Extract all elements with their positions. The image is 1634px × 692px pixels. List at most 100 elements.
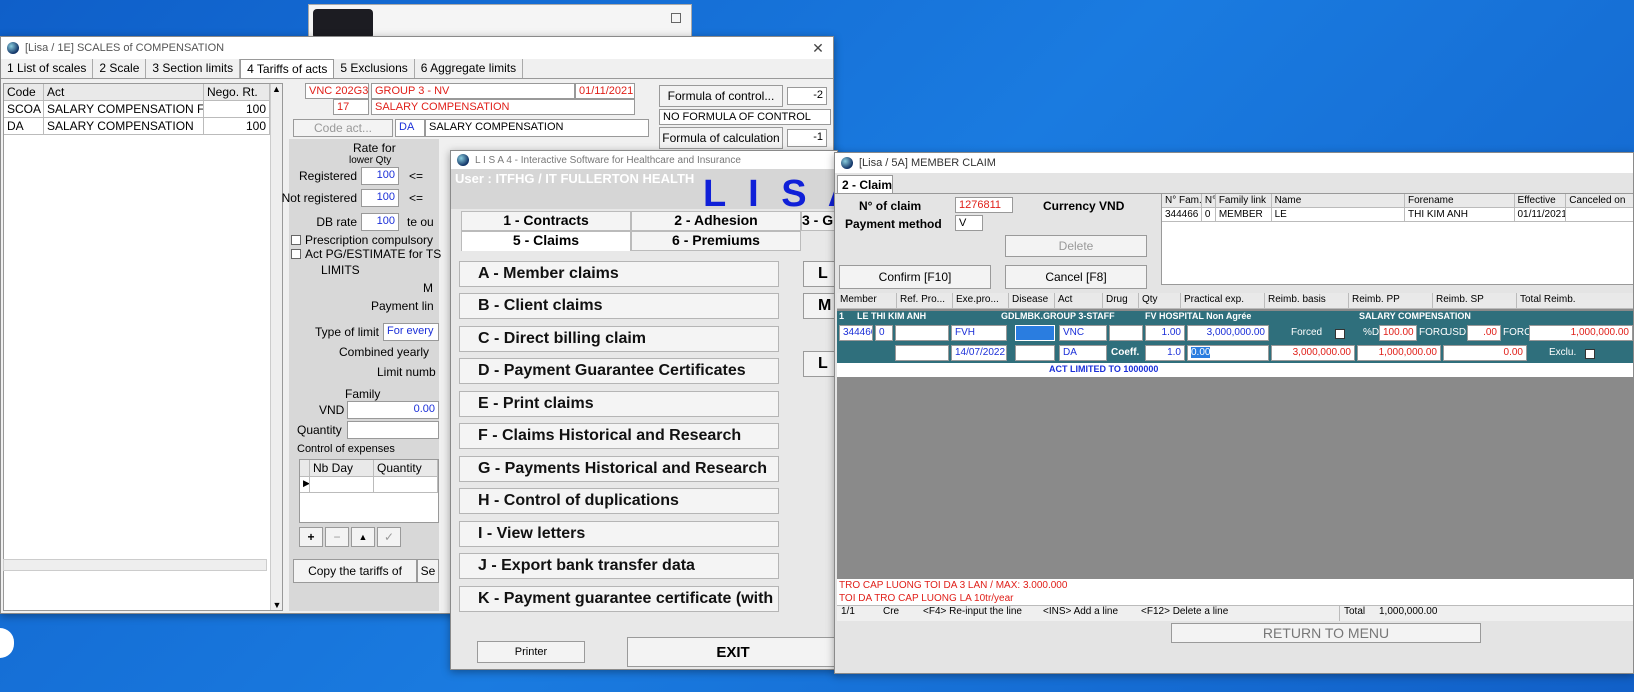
contract-code-field[interactable]: VNC 202G3 — [305, 83, 369, 99]
basis-cell[interactable]: 3,000,000.00 — [1271, 345, 1355, 361]
qty-header[interactable]: Qty — [1139, 293, 1181, 309]
scroll-up-icon[interactable]: ▲ — [271, 84, 282, 94]
claim-line-block[interactable]: 344466 0 FVH VNC 1.00 3,000,000.00 Force… — [837, 323, 1633, 363]
add-icon[interactable]: + — [299, 527, 323, 547]
check-icon[interactable]: ✓ — [377, 527, 401, 547]
se-button[interactable]: Se — [417, 559, 439, 583]
act-code-field[interactable]: DA — [395, 119, 425, 137]
tab-list-of-scales[interactable]: 1 List of scales — [1, 59, 94, 78]
qty2-cell[interactable]: 0.00 — [1187, 345, 1269, 361]
exe-pro-header[interactable]: Exe.pro... — [953, 293, 1009, 309]
drug-cell[interactable] — [1109, 325, 1143, 341]
menu-item-l[interactable]: L — [803, 261, 837, 287]
not-registered-field[interactable]: 100 — [361, 189, 399, 207]
claim-no-field[interactable]: 1276811 — [955, 197, 1013, 213]
menu-item-client-claims[interactable]: B - Client claims — [459, 293, 779, 319]
menu-item-pgc-with[interactable]: K - Payment guarantee certificate (with … — [459, 586, 779, 612]
formula-of-control-button[interactable]: Formula of control... — [659, 85, 783, 107]
fam-header[interactable]: N° Fam. — [1162, 194, 1202, 208]
tab-scale[interactable]: 2 Scale — [93, 59, 147, 78]
claim-teal-row[interactable]: 1 LE THI KIM ANH GDLMBK.GROUP 3-STAFF FV… — [837, 311, 1633, 323]
menu-item-print-claims[interactable]: E - Print claims — [459, 391, 779, 417]
tab-adhesion[interactable]: 2 - Adhesion — [631, 211, 801, 231]
pp-cell[interactable]: 1,000,000.00 — [1357, 345, 1441, 361]
cancel-button[interactable]: Cancel [F8] — [1005, 265, 1147, 289]
name-header[interactable]: Name — [1271, 194, 1405, 208]
nb-day-header[interactable]: Nb Day — [310, 460, 374, 477]
coeff-cell[interactable]: 1.0 — [1145, 345, 1185, 361]
scrollbar-vertical[interactable]: ▲ ▼ — [270, 84, 282, 610]
tab-aggregate-limits[interactable]: 6 Aggregate limits — [414, 59, 524, 78]
effective-header[interactable]: Effective — [1514, 194, 1567, 208]
table-row[interactable]: 344466 0 MEMBER LE THI KIM ANH 01/11/202… — [1162, 208, 1633, 222]
tab-claim[interactable]: 2 - Claim — [837, 175, 893, 193]
act-header[interactable]: Act — [1055, 293, 1103, 309]
close-icon[interactable]: ✕ — [803, 40, 833, 57]
menu-item-direct-billing[interactable]: C - Direct billing claim — [459, 326, 779, 352]
act-pg-checkbox[interactable] — [291, 249, 301, 259]
line-name-field[interactable]: SALARY COMPENSATION — [371, 99, 635, 115]
tab-exclusions[interactable]: 5 Exclusions — [334, 59, 415, 78]
act-name-field[interactable]: SALARY COMPENSATION — [425, 119, 649, 137]
reimb-basis-header[interactable]: Reimb. basis — [1265, 293, 1349, 309]
desktop-app-icon[interactable] — [0, 628, 14, 658]
table-row[interactable]: SCOA SALARY COMPENSATION FO 100 — [4, 101, 282, 118]
reimb-sp-header[interactable]: Reimb. SP — [1433, 293, 1517, 309]
date-field[interactable]: 01/11/2021 — [575, 83, 635, 99]
tab-premiums[interactable]: 6 - Premiums — [631, 231, 801, 251]
practical-cell[interactable]: 3,000,000.00 — [1187, 325, 1269, 341]
code-act-button[interactable]: Code act... — [293, 119, 393, 137]
confirm-button[interactable]: Confirm [F10] — [839, 265, 991, 289]
ref-cell[interactable]: 0 — [875, 325, 893, 341]
printer-button[interactable]: Printer — [477, 641, 585, 663]
disease-cell[interactable] — [1015, 325, 1055, 341]
delete-button[interactable]: Delete — [1005, 235, 1147, 257]
payment-method-field[interactable]: V — [955, 215, 983, 231]
scrollbar-horizontal[interactable] — [3, 559, 267, 571]
disease-cell-2[interactable] — [1015, 345, 1055, 361]
col-code-header[interactable]: Code — [4, 84, 44, 101]
group-name-field[interactable]: GROUP 3 - NV — [371, 83, 575, 99]
reimb-pp-header[interactable]: Reimb. PP — [1349, 293, 1433, 309]
total-cell[interactable]: 1,000,000.00 — [1529, 325, 1633, 341]
family-link-header[interactable]: Family link — [1215, 194, 1272, 208]
registered-field[interactable]: 100 — [361, 167, 399, 185]
vnd-field[interactable]: 0.00 — [347, 401, 439, 419]
menu-item-view-letters[interactable]: I - View letters — [459, 521, 779, 547]
disease-header[interactable]: Disease — [1009, 293, 1055, 309]
exit-button[interactable]: EXIT — [627, 637, 837, 667]
formula-control-value[interactable]: -2 — [787, 87, 827, 105]
total-reimb-header[interactable]: Total Reimb. — [1517, 293, 1633, 309]
menu-item-l2[interactable]: L — [803, 351, 837, 377]
line-no-field[interactable]: 17 — [333, 99, 369, 115]
exe-pro-cell[interactable]: FVH — [951, 325, 1007, 341]
minimize-icon[interactable] — [671, 13, 681, 23]
type-of-limit-field[interactable]: For every — [383, 323, 439, 341]
sp-cell-2[interactable]: 0.00 — [1443, 345, 1527, 361]
forced-checkbox[interactable] — [1335, 329, 1345, 339]
table-row[interactable]: DA SALARY COMPENSATION 100 — [4, 118, 282, 135]
pct-cell[interactable]: 100.00 — [1379, 325, 1417, 341]
scroll-down-icon[interactable]: ▼ — [271, 600, 283, 610]
forename-header[interactable]: Forename — [1404, 194, 1515, 208]
tab-contracts[interactable]: 1 - Contracts — [461, 211, 631, 231]
ref-pro-header[interactable]: Ref. Pro... — [897, 293, 953, 309]
act-cell[interactable]: VNC — [1059, 325, 1107, 341]
prescription-checkbox[interactable] — [291, 235, 301, 245]
tab-tariffs-of-acts[interactable]: 4 Tariffs of acts — [240, 59, 335, 78]
ref-pro-cell[interactable] — [895, 325, 949, 341]
copy-tariffs-button[interactable]: Copy the tariffs of — [293, 559, 417, 583]
practical-header[interactable]: Practical exp. — [1181, 293, 1265, 309]
tab-section-limits[interactable]: 3 Section limits — [146, 59, 241, 78]
tab-claims[interactable]: 5 - Claims — [461, 231, 631, 251]
remove-icon[interactable]: − — [325, 527, 349, 547]
table-row[interactable]: ▶ — [300, 477, 438, 493]
menu-item-member-claims[interactable]: A - Member claims — [459, 261, 779, 287]
act-cell-2[interactable]: DA — [1059, 345, 1107, 361]
formula-calc-value[interactable]: -1 — [787, 129, 827, 147]
qty-cell[interactable]: 1.00 — [1145, 325, 1185, 341]
menu-item-export-bank-transfer[interactable]: J - Export bank transfer data — [459, 553, 779, 579]
menu-item-control-duplications[interactable]: H - Control of duplications — [459, 488, 779, 514]
col-act-header[interactable]: Act — [44, 84, 204, 101]
canceled-header[interactable]: Canceled on — [1566, 194, 1633, 208]
